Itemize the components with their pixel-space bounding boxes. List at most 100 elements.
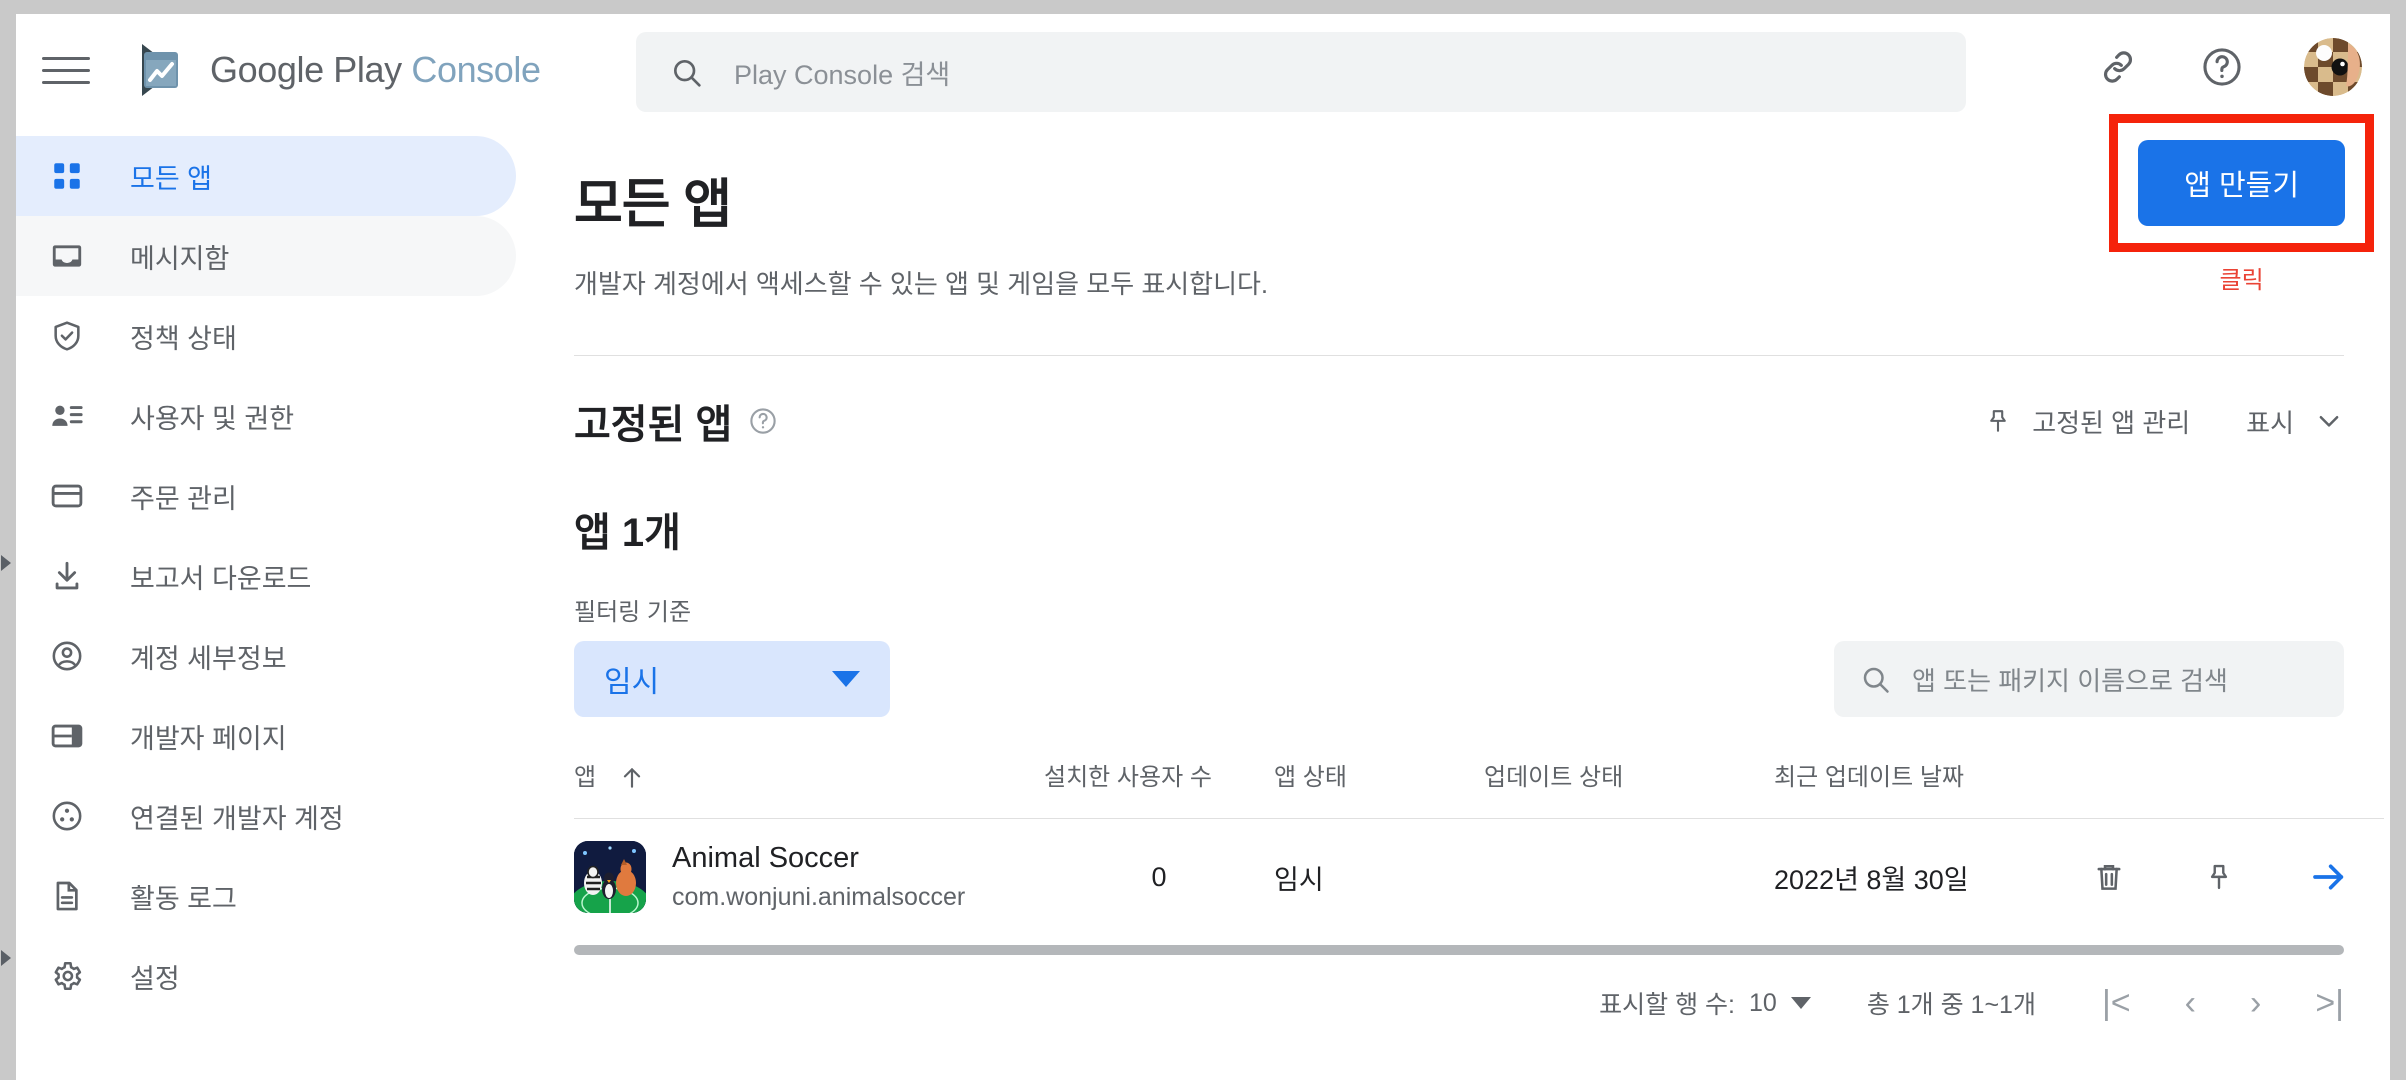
header-actions xyxy=(2096,38,2362,96)
page-title: 모든 앱 xyxy=(574,175,732,234)
sidebar-item-users-permissions[interactable]: 사용자 및 권한 xyxy=(16,376,516,456)
caret-down-icon xyxy=(832,671,860,687)
inbox-icon xyxy=(50,239,102,273)
app-text: Animal Soccer com.wonjuni.animalsoccer xyxy=(672,842,965,912)
cell-update-status xyxy=(1484,818,1774,935)
sidebar-item-settings[interactable]: 설정 xyxy=(16,936,516,1016)
sidebar-item-linked-developer-accounts[interactable]: 연결된 개발자 계정 xyxy=(16,776,516,856)
cell-delete xyxy=(2054,818,2164,935)
cell-open xyxy=(2274,818,2384,935)
apps-table-head: 앱 설치한 사용자 수 앱 상태 업데이트 상태 최근 업데이트 날짜 xyxy=(574,757,2384,819)
pin-icon xyxy=(1984,407,2012,435)
cell-pin xyxy=(2164,818,2274,935)
linked-accounts-icon xyxy=(50,799,102,833)
arrow-up-icon xyxy=(619,765,645,791)
column-header-last-update[interactable]: 최근 업데이트 날짜 xyxy=(1774,757,2054,819)
page-subtitle: 개발자 계정에서 액세스할 수 있는 앱 및 게임을 모두 표시합니다. xyxy=(574,269,1269,299)
sidebar-item-download-reports[interactable]: 보고서 다운로드 xyxy=(16,536,516,616)
create-app-annotation: 앱 만들기 클릭 xyxy=(2109,114,2374,295)
filter-row: 필터링 기준 임시 앱 또는 패키지 이름으로 검색 xyxy=(528,558,2390,717)
credit-card-icon xyxy=(50,479,102,513)
pinned-apps-title-group: 고정된 앱 xyxy=(574,392,778,450)
filter-dropdown[interactable]: 임시 xyxy=(574,641,890,717)
window-top-strip xyxy=(0,0,2406,14)
sidebar-item-label: 연결된 개발자 계정 xyxy=(130,803,344,834)
brand-name-primary: Google Play xyxy=(210,49,402,90)
sidebar-item-label: 주문 관리 xyxy=(130,483,237,514)
window-left-gutter xyxy=(0,0,16,1080)
sidebar-item-policy-status[interactable]: 정책 상태 xyxy=(16,296,516,376)
pagination-arrows: |< ‹ › >| xyxy=(2102,986,2344,1020)
gear-icon xyxy=(50,959,102,993)
sidebar-item-label: 모든 앱 xyxy=(130,163,213,194)
global-search-placeholder: Play Console 검색 xyxy=(734,59,951,90)
user-permissions-icon xyxy=(50,399,102,433)
brand-name-secondary: Console xyxy=(411,49,541,90)
pinned-apps-title: 고정된 앱 xyxy=(574,403,733,447)
pinned-apps-actions: 고정된 앱 관리 표시 xyxy=(1984,403,2344,440)
link-icon[interactable] xyxy=(2096,45,2140,89)
trash-icon[interactable] xyxy=(2054,860,2164,894)
app-identity: Animal Soccer com.wonjuni.animalsoccer xyxy=(574,841,1044,913)
column-header-update-status[interactable]: 업데이트 상태 xyxy=(1484,757,1774,819)
play-console-logo-icon xyxy=(130,38,194,102)
annotation-click-label: 클릭 xyxy=(2219,267,2264,294)
arrow-right-icon[interactable] xyxy=(2274,857,2384,897)
column-header-app-status[interactable]: 앱 상태 xyxy=(1274,757,1484,819)
sidebar-item-inbox[interactable]: 메시지함 xyxy=(16,216,516,296)
grid-apps-icon xyxy=(50,159,102,193)
page-header: 모든 앱 개발자 계정에서 액세스할 수 있는 앱 및 게임을 모두 표시합니다… xyxy=(528,114,2390,301)
first-page-icon[interactable]: |< xyxy=(2102,986,2131,1020)
search-icon xyxy=(670,56,702,88)
pagination-controls: 표시할 행 수: 10 총 1개 중 1~1개 |< ‹ › >| xyxy=(528,955,2390,1021)
create-app-button[interactable]: 앱 만들기 xyxy=(2138,140,2345,226)
pinned-apps-section-header: 고정된 앱 고정된 앱 관리 표시 xyxy=(528,356,2390,450)
sidebar-item-all-apps[interactable]: 모든 앱 xyxy=(16,136,516,216)
main-content: 모든 앱 개발자 계정에서 액세스할 수 있는 앱 및 게임을 모두 표시합니다… xyxy=(528,114,2390,1080)
table-row[interactable]: Animal Soccer com.wonjuni.animalsoccer 0… xyxy=(574,818,2384,935)
gutter-marker-top-icon xyxy=(1,555,11,571)
filter-label: 필터링 기준 xyxy=(574,599,692,626)
user-avatar[interactable] xyxy=(2304,38,2362,96)
app-search-input[interactable]: 앱 또는 패키지 이름으로 검색 xyxy=(1834,641,2344,717)
sidebar-item-account-details[interactable]: 계정 세부정보 xyxy=(16,616,516,696)
display-options-button[interactable]: 표시 xyxy=(2246,403,2344,440)
manage-pinned-apps-button[interactable]: 고정된 앱 관리 xyxy=(1984,403,2190,440)
sidebar-item-developer-page[interactable]: 개발자 페이지 xyxy=(16,696,516,776)
caret-down-icon xyxy=(1790,997,1811,1009)
app-name: Animal Soccer xyxy=(672,842,859,874)
play-console-app: Google Play Console Play Console 검색 모든 앱… xyxy=(16,14,2390,1080)
cell-installs: 0 xyxy=(1044,818,1274,935)
download-icon xyxy=(50,559,102,593)
column-header-installs[interactable]: 설치한 사용자 수 xyxy=(1044,757,1274,819)
table-header-row: 앱 설치한 사용자 수 앱 상태 업데이트 상태 최근 업데이트 날짜 xyxy=(574,757,2384,819)
help-circle-icon[interactable] xyxy=(2200,45,2244,89)
rows-per-page-label: 표시할 행 수: xyxy=(1599,991,1735,1019)
app-package: com.wonjuni.animalsoccer xyxy=(672,883,966,911)
screen: Google Play Console Play Console 검색 모든 앱… xyxy=(0,0,2406,1080)
top-app-bar: Google Play Console Play Console 검색 xyxy=(16,14,2390,126)
column-header-open xyxy=(2274,757,2384,819)
sidebar-item-label: 설정 xyxy=(130,963,180,994)
app-search-placeholder: 앱 또는 패키지 이름으로 검색 xyxy=(1912,665,2228,696)
hamburger-menu-icon[interactable] xyxy=(42,46,90,94)
brand-logo-wordmark[interactable]: Google Play Console xyxy=(130,38,541,102)
sidebar-item-activity-log[interactable]: 활동 로그 xyxy=(16,856,516,936)
sidebar-item-order-management[interactable]: 주문 관리 xyxy=(16,456,516,536)
animal-soccer-app-icon xyxy=(574,841,646,913)
horizontal-scrollbar[interactable] xyxy=(574,945,2344,955)
pin-icon[interactable] xyxy=(2164,861,2274,893)
next-page-icon[interactable]: › xyxy=(2250,986,2261,1020)
last-page-icon[interactable]: >| xyxy=(2315,986,2344,1020)
prev-page-icon[interactable]: ‹ xyxy=(2185,986,2196,1020)
column-label: 앱 xyxy=(574,764,597,791)
sidebar-item-label: 메시지함 xyxy=(130,243,230,274)
rows-per-page-dropdown[interactable]: 표시할 행 수: 10 xyxy=(1599,985,1811,1021)
help-circle-icon[interactable] xyxy=(748,406,778,436)
sidebar-item-label: 활동 로그 xyxy=(130,883,237,914)
column-header-app[interactable]: 앱 xyxy=(574,757,1044,819)
column-header-pin xyxy=(2164,757,2274,819)
left-navigation: 모든 앱 메시지함 정책 상태 사용자 및 권한 주문 관리 보고서 다운로드 … xyxy=(16,126,528,1080)
apps-table-body: Animal Soccer com.wonjuni.animalsoccer 0… xyxy=(574,818,2384,935)
global-search-input[interactable]: Play Console 검색 xyxy=(636,32,1966,112)
